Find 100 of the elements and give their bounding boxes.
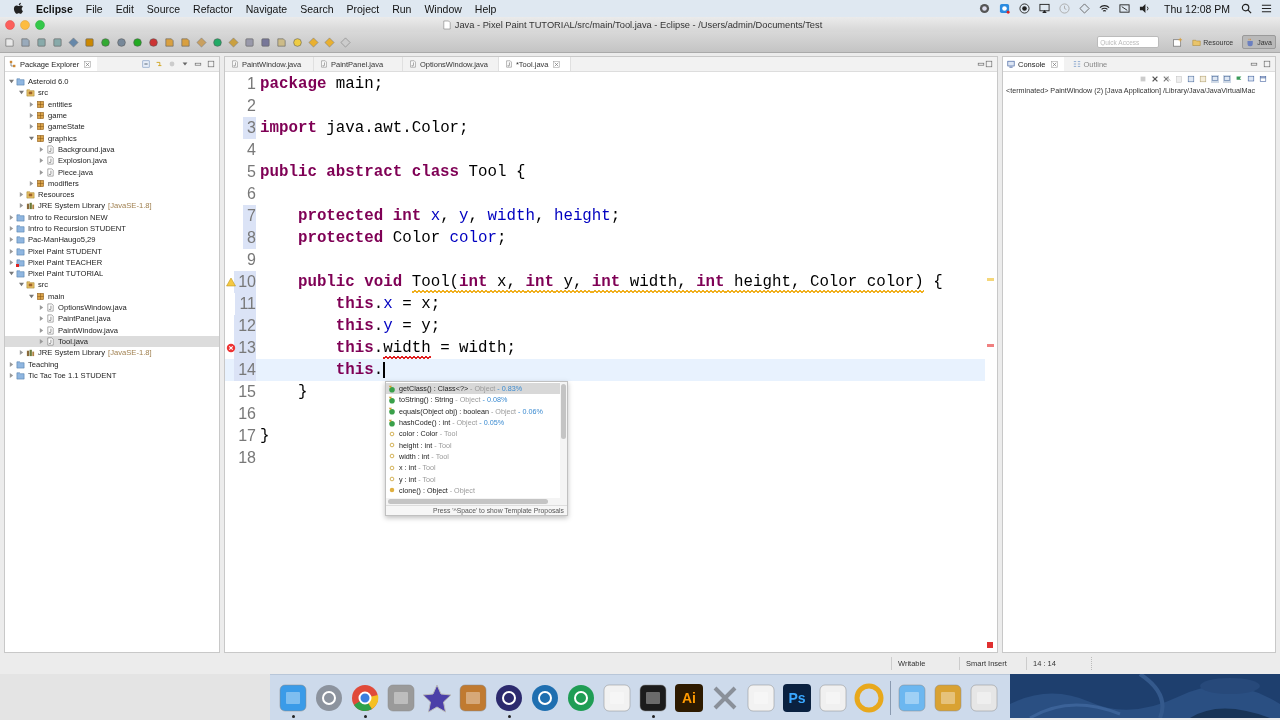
collapsed-arrow-icon[interactable]	[29, 101, 34, 107]
remove-icon[interactable]	[1151, 75, 1159, 83]
method-icon	[388, 384, 396, 393]
collapsed-arrow-icon[interactable]	[39, 305, 44, 311]
close-icon[interactable]	[1050, 60, 1058, 68]
menu-item[interactable]: Source	[146, 2, 181, 15]
pin-flag-icon[interactable]	[1235, 75, 1243, 83]
expanded-arrow-icon[interactable]	[9, 271, 14, 277]
folder-icon[interactable]	[180, 36, 191, 48]
view-menu-icon[interactable]	[181, 60, 189, 68]
warning-icon[interactable]	[226, 277, 236, 287]
menu-item[interactable]: Navigate	[245, 2, 288, 15]
expanded-arrow-icon[interactable]	[29, 293, 34, 299]
app-icon[interactable]: Ai	[675, 683, 703, 712]
menu-item[interactable]: Run	[392, 2, 412, 15]
expanded-arrow-icon[interactable]	[19, 90, 24, 96]
menu-item[interactable]: Edit	[115, 2, 134, 15]
remove-all-icon[interactable]	[1163, 75, 1171, 83]
ring-app-icon[interactable]	[854, 682, 884, 713]
collapsed-arrow-icon[interactable]	[19, 203, 24, 209]
record-icon[interactable]	[1019, 3, 1031, 14]
collapsed-arrow-icon[interactable]	[9, 259, 14, 265]
line-number: 6	[246, 184, 256, 204]
library-icon	[26, 348, 35, 358]
menu-item[interactable]: Search	[300, 2, 334, 15]
display-console-icon[interactable]	[1247, 75, 1255, 83]
new-console-icon[interactable]	[1259, 75, 1267, 83]
menu-icon[interactable]	[1261, 3, 1272, 14]
minimize-icon[interactable]	[977, 60, 985, 68]
close-icon[interactable]	[553, 60, 561, 68]
minimize-icon[interactable]	[1250, 60, 1258, 68]
collapsed-arrow-icon[interactable]	[39, 316, 44, 322]
open-perspective-icon[interactable]	[1172, 36, 1184, 48]
collapsed-arrow-icon[interactable]	[39, 158, 44, 164]
zoom-button[interactable]	[35, 19, 45, 30]
coffee-cup-icon	[1246, 37, 1256, 47]
collapsed-arrow-icon[interactable]	[9, 248, 14, 254]
scroll-lock-icon[interactable]	[1187, 75, 1195, 83]
menu-clock[interactable]: Thu 12:08 PM	[1164, 2, 1230, 15]
word-wrap-icon[interactable]	[1199, 75, 1207, 83]
page-icon[interactable]	[276, 36, 287, 48]
star-app-icon[interactable]	[422, 682, 452, 713]
collapsed-arrow-icon[interactable]	[29, 113, 34, 119]
expanded-arrow-icon[interactable]	[19, 282, 24, 288]
collapsed-arrow-icon[interactable]	[39, 327, 44, 333]
maximize-icon[interactable]	[1263, 60, 1271, 68]
minimize-button[interactable]	[20, 19, 30, 30]
maximize-icon[interactable]	[207, 60, 215, 68]
minimize-icon[interactable]	[194, 60, 202, 68]
collapsed-arrow-icon[interactable]	[9, 214, 14, 220]
scrollbar[interactable]	[560, 382, 567, 498]
collapsed-arrow-icon[interactable]	[9, 226, 14, 231]
collapsed-arrow-icon[interactable]	[29, 124, 34, 130]
java-file-icon	[46, 325, 55, 335]
collapsed-arrow-icon[interactable]	[39, 146, 44, 152]
collapsed-arrow-icon[interactable]	[19, 192, 24, 198]
document-icon	[442, 19, 451, 30]
collapsed-arrow-icon[interactable]	[39, 169, 44, 175]
app-status-icon[interactable]	[999, 3, 1011, 14]
collapsed-arrow-icon[interactable]	[29, 180, 34, 186]
display-icon[interactable]	[1119, 3, 1131, 14]
source-folder-icon	[26, 88, 35, 98]
collapsed-arrow-icon[interactable]	[19, 350, 24, 356]
java-file-icon	[46, 303, 55, 313]
error-icon[interactable]	[226, 343, 236, 353]
apple-logo-icon[interactable]	[13, 2, 24, 15]
collapsed-arrow-icon[interactable]	[39, 338, 44, 344]
wifi-icon[interactable]	[1099, 3, 1111, 14]
maximize-icon[interactable]	[985, 60, 993, 68]
menu-item[interactable]: Help	[474, 2, 497, 15]
menu-item[interactable]: Window	[424, 2, 462, 15]
app-menu[interactable]: Eclipse	[36, 2, 73, 15]
menu-item[interactable]: File	[85, 2, 103, 15]
line-number: 4	[246, 140, 256, 160]
line-number: 14	[234, 359, 256, 381]
java-file-icon	[504, 60, 513, 68]
stop-icon[interactable]	[1139, 75, 1147, 83]
close-button[interactable]	[5, 19, 15, 30]
airplay-icon[interactable]	[1039, 3, 1051, 14]
expanded-arrow-icon[interactable]	[29, 135, 34, 141]
collapse-all-icon[interactable]	[142, 60, 150, 68]
collapsed-arrow-icon[interactable]	[9, 361, 14, 367]
diamond-icon[interactable]	[1079, 3, 1091, 14]
browser-app-icon[interactable]	[350, 682, 380, 713]
expanded-arrow-icon[interactable]	[9, 79, 14, 85]
close-icon[interactable]	[84, 60, 92, 68]
app-icon[interactable]: Ps	[783, 683, 811, 712]
line-number: 12	[234, 315, 256, 337]
new-file-icon[interactable]	[4, 36, 15, 48]
menu-item[interactable]: Project	[346, 2, 380, 15]
collapsed-arrow-icon[interactable]	[9, 237, 14, 243]
menu-item[interactable]: Refactor	[193, 2, 233, 15]
volume-icon[interactable]	[1139, 3, 1151, 14]
scrollbar[interactable]	[386, 498, 567, 505]
method-icon	[388, 407, 396, 416]
collapsed-arrow-icon[interactable]	[9, 372, 14, 378]
clock-icon[interactable]	[1059, 3, 1071, 14]
circle-icon[interactable]	[979, 3, 991, 14]
java-file-icon	[320, 60, 328, 68]
folder-icon[interactable]	[164, 36, 175, 48]
